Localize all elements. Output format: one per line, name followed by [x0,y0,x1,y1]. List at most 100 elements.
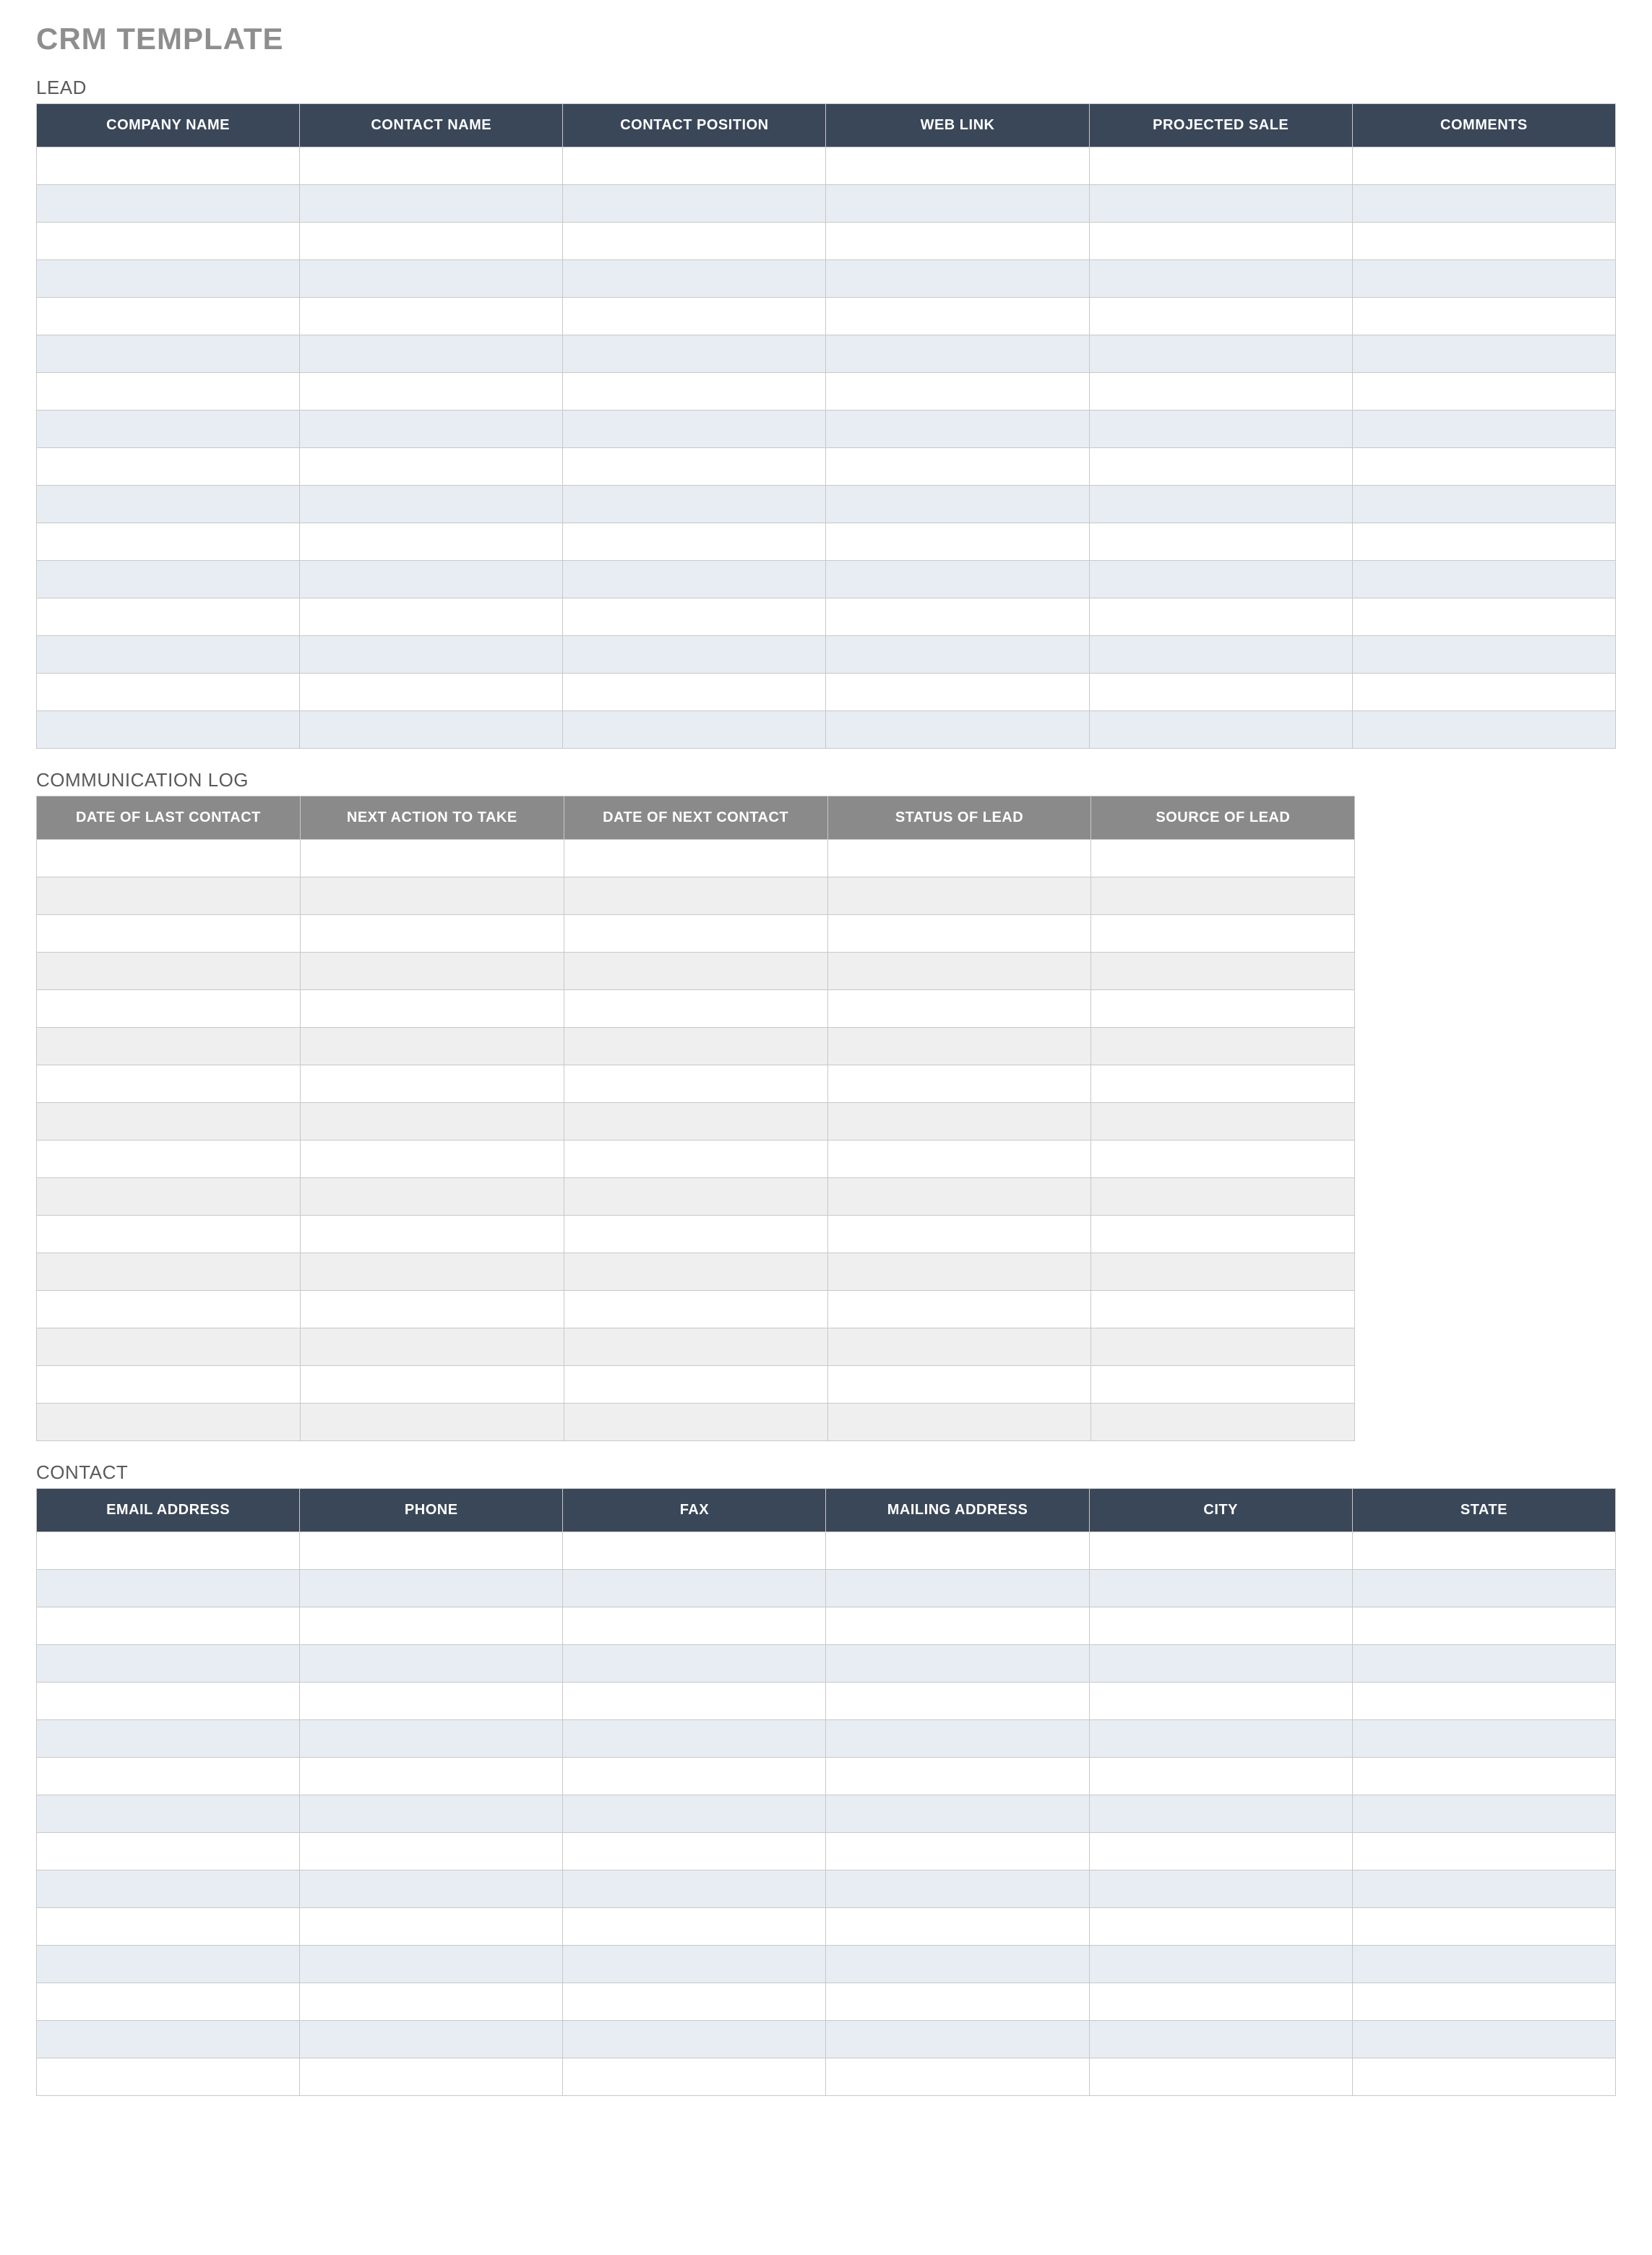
lead-cell-input[interactable] [826,711,1088,748]
lead-cell-input[interactable] [37,636,299,673]
lead-cell-input[interactable] [1090,373,1352,410]
commlog-cell-input[interactable] [828,1291,1091,1328]
lead-cell-input[interactable] [300,561,562,598]
commlog-cell-input[interactable] [564,990,827,1027]
lead-cell-input[interactable] [1353,223,1615,259]
lead-cell-input[interactable] [826,674,1088,710]
contact-cell-input[interactable] [826,1532,1088,1569]
lead-cell-input[interactable] [826,636,1088,673]
contact-cell-input[interactable] [1090,1758,1352,1795]
lead-cell-input[interactable] [563,147,825,184]
lead-cell-input[interactable] [1353,373,1615,410]
lead-cell-input[interactable] [1353,448,1615,485]
commlog-cell-input[interactable] [301,990,564,1027]
lead-cell-input[interactable] [1353,598,1615,635]
lead-cell-input[interactable] [1353,411,1615,447]
contact-cell-input[interactable] [826,1570,1088,1607]
contact-cell-input[interactable] [563,1683,825,1719]
commlog-cell-input[interactable] [564,1141,827,1177]
contact-cell-input[interactable] [1353,1946,1615,1983]
commlog-cell-input[interactable] [828,1253,1091,1290]
commlog-cell-input[interactable] [564,1103,827,1140]
contact-cell-input[interactable] [300,1908,562,1945]
contact-cell-input[interactable] [826,1607,1088,1644]
commlog-cell-input[interactable] [564,1253,827,1290]
commlog-cell-input[interactable] [37,1366,300,1403]
lead-cell-input[interactable] [563,448,825,485]
lead-cell-input[interactable] [300,598,562,635]
contact-cell-input[interactable] [1353,1870,1615,1907]
lead-cell-input[interactable] [563,260,825,297]
contact-cell-input[interactable] [1353,1720,1615,1757]
commlog-cell-input[interactable] [564,1366,827,1403]
lead-cell-input[interactable] [300,298,562,335]
commlog-cell-input[interactable] [1091,1253,1354,1290]
commlog-cell-input[interactable] [37,990,300,1027]
commlog-cell-input[interactable] [1091,877,1354,914]
lead-cell-input[interactable] [826,298,1088,335]
lead-cell-input[interactable] [563,298,825,335]
commlog-cell-input[interactable] [564,840,827,877]
contact-cell-input[interactable] [826,1833,1088,1870]
lead-cell-input[interactable] [826,373,1088,410]
contact-cell-input[interactable] [1353,1758,1615,1795]
commlog-cell-input[interactable] [301,1065,564,1102]
commlog-cell-input[interactable] [301,1366,564,1403]
lead-cell-input[interactable] [1353,636,1615,673]
commlog-cell-input[interactable] [37,840,300,877]
commlog-cell-input[interactable] [37,1065,300,1102]
lead-cell-input[interactable] [826,523,1088,560]
lead-cell-input[interactable] [563,411,825,447]
contact-cell-input[interactable] [300,2021,562,2058]
commlog-cell-input[interactable] [1091,1103,1354,1140]
lead-cell-input[interactable] [300,448,562,485]
commlog-cell-input[interactable] [1091,1178,1354,1215]
commlog-cell-input[interactable] [1091,1216,1354,1253]
contact-cell-input[interactable] [563,1908,825,1945]
lead-cell-input[interactable] [826,411,1088,447]
contact-cell-input[interactable] [37,1645,299,1682]
lead-cell-input[interactable] [1090,711,1352,748]
contact-cell-input[interactable] [300,1645,562,1682]
commlog-cell-input[interactable] [564,1328,827,1365]
contact-cell-input[interactable] [563,1607,825,1644]
contact-cell-input[interactable] [37,1795,299,1832]
contact-cell-input[interactable] [563,1983,825,2020]
lead-cell-input[interactable] [1090,223,1352,259]
contact-cell-input[interactable] [563,2058,825,2095]
contact-cell-input[interactable] [1353,2021,1615,2058]
contact-cell-input[interactable] [1090,1908,1352,1945]
commlog-cell-input[interactable] [37,1028,300,1065]
contact-cell-input[interactable] [1090,2058,1352,2095]
commlog-cell-input[interactable] [828,915,1091,952]
contact-cell-input[interactable] [1090,1532,1352,1569]
contact-cell-input[interactable] [300,1870,562,1907]
commlog-cell-input[interactable] [1091,1366,1354,1403]
lead-cell-input[interactable] [826,147,1088,184]
contact-cell-input[interactable] [563,1570,825,1607]
contact-cell-input[interactable] [1090,1607,1352,1644]
contact-cell-input[interactable] [37,2021,299,2058]
contact-cell-input[interactable] [1090,1946,1352,1983]
lead-cell-input[interactable] [1353,523,1615,560]
commlog-cell-input[interactable] [37,1291,300,1328]
lead-cell-input[interactable] [1353,335,1615,372]
contact-cell-input[interactable] [826,1758,1088,1795]
commlog-cell-input[interactable] [1091,1328,1354,1365]
commlog-cell-input[interactable] [301,1253,564,1290]
commlog-cell-input[interactable] [301,1028,564,1065]
commlog-cell-input[interactable] [301,1216,564,1253]
commlog-cell-input[interactable] [301,877,564,914]
contact-cell-input[interactable] [563,2021,825,2058]
lead-cell-input[interactable] [1090,185,1352,222]
lead-cell-input[interactable] [37,448,299,485]
lead-cell-input[interactable] [300,147,562,184]
lead-cell-input[interactable] [563,598,825,635]
lead-cell-input[interactable] [300,260,562,297]
lead-cell-input[interactable] [1353,298,1615,335]
contact-cell-input[interactable] [37,1607,299,1644]
contact-cell-input[interactable] [300,1720,562,1757]
lead-cell-input[interactable] [1090,598,1352,635]
commlog-cell-input[interactable] [828,1028,1091,1065]
lead-cell-input[interactable] [37,147,299,184]
